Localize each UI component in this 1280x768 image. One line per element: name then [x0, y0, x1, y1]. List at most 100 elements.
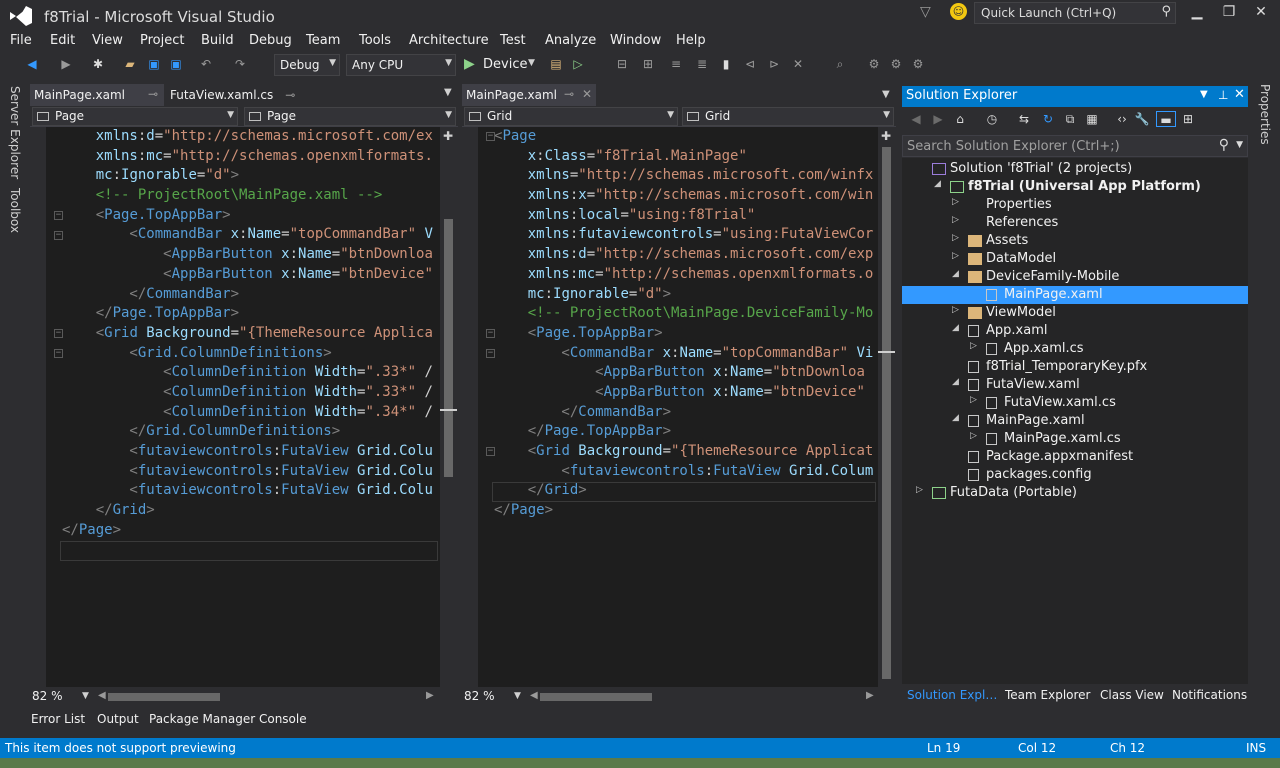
left-code-editor[interactable]: xmlns:d="http://schemas.microsoft.com/ex…	[30, 127, 440, 687]
tree-node[interactable]: MainPage.xaml	[902, 286, 1248, 304]
scroll-thumb[interactable]	[444, 219, 453, 477]
menu-test[interactable]: Test	[500, 33, 526, 48]
horizontal-scroll-thumb[interactable]	[540, 693, 652, 701]
code-line[interactable]: x:Class="f8Trial.MainPage"	[494, 147, 878, 167]
tab-error-list[interactable]: Error List	[31, 712, 85, 726]
sync-icon[interactable]: ⇆	[1016, 111, 1032, 127]
collapse-arrow-icon[interactable]: ◢	[952, 269, 959, 279]
back-icon[interactable]: ◀	[24, 56, 40, 72]
code-line[interactable]: </Page.TopAppBar>	[494, 422, 878, 442]
menu-architecture[interactable]: Architecture	[409, 33, 489, 48]
expand-arrow-icon[interactable]: ▷	[970, 431, 977, 441]
collapse-arrow-icon[interactable]: ◢	[952, 323, 959, 333]
solution-configuration-select[interactable]: Debug ▼	[274, 54, 340, 76]
fold-toggle-icon[interactable]: −	[54, 230, 63, 240]
pending-changes-icon[interactable]: ◷	[984, 111, 1000, 127]
horizontal-scroll-thumb[interactable]	[108, 693, 220, 701]
code-line[interactable]: </Grid.ColumnDefinitions>	[62, 422, 440, 442]
right-vertical-scrollbar[interactable]: ✚	[878, 127, 895, 687]
menu-analyze[interactable]: Analyze	[545, 33, 596, 48]
align-icon[interactable]: ⊟	[614, 56, 630, 72]
menu-tools[interactable]: Tools	[359, 33, 391, 48]
code-line[interactable]: xmlns="http://schemas.microsoft.com/winf…	[494, 166, 878, 186]
toolbox-tab[interactable]: Toolbox	[8, 188, 22, 233]
expand-arrow-icon[interactable]: ▷	[970, 341, 977, 351]
fold-toggle-icon[interactable]: −	[54, 329, 63, 338]
code-line[interactable]: <AppBarButton x:Name="btnDevice"	[494, 383, 878, 403]
tree-node[interactable]: ◢ MainPage.xaml	[902, 412, 1248, 430]
expand-arrow-icon[interactable]: ▷	[916, 485, 923, 495]
undo-icon[interactable]: ↶	[198, 56, 214, 72]
code-line[interactable]: xmlns:d="http://schemas.microsoft.com/ex	[62, 127, 440, 147]
save-icon[interactable]: ▣	[146, 56, 162, 72]
fold-toggle-icon[interactable]: −	[54, 210, 63, 220]
maximize-button[interactable]: ❐	[1218, 4, 1240, 22]
zoom-dropdown-icon[interactable]: ▼	[514, 691, 521, 701]
home-icon[interactable]: ⌂	[952, 111, 968, 127]
menu-file[interactable]: File	[10, 33, 32, 48]
properties-icon[interactable]: 🔧	[1134, 111, 1150, 127]
zoom-level[interactable]: 82 %	[32, 689, 63, 703]
tab-mainpage-xaml[interactable]: MainPage.xaml ⊸ ✕	[462, 84, 596, 106]
menu-edit[interactable]: Edit	[50, 33, 75, 48]
prev-bookmark-icon[interactable]: ⊲	[742, 56, 758, 72]
start-without-debugging-icon[interactable]: ▷	[570, 56, 586, 72]
tree-node[interactable]: ◢ App.xaml	[902, 322, 1248, 340]
quick-launch-input[interactable]: Quick Launch (Ctrl+Q) ⚲	[974, 2, 1176, 24]
right-member-dropdown[interactable]: Grid ▼	[682, 107, 894, 126]
server-explorer-tab[interactable]: Server Explorer	[8, 86, 22, 179]
tab-mainpage-xaml[interactable]: MainPage.xaml ⊸	[30, 84, 164, 106]
tab-overflow-icon[interactable]: ▼	[444, 87, 452, 98]
tree-node[interactable]: f8Trial_TemporaryKey.pfx	[902, 358, 1248, 376]
tree-node[interactable]: ▷ FutaView.xaml.cs	[902, 394, 1248, 412]
fold-toggle-icon[interactable]: −	[486, 329, 495, 338]
code-line[interactable]: <AppBarButton x:Name="btnDevice"	[62, 265, 440, 285]
search-options-icon[interactable]: ▼	[1236, 140, 1243, 150]
code-line[interactable]: <AppBarButton x:Name="btnDownloa	[494, 363, 878, 383]
code-line[interactable]: </Grid>	[62, 501, 440, 521]
refresh-icon[interactable]: ↻	[1040, 111, 1056, 127]
fold-toggle-icon[interactable]: −	[486, 132, 495, 141]
next-bookmark-icon[interactable]: ⊳	[766, 56, 782, 72]
run-icon[interactable]: ▶	[464, 56, 475, 72]
tab-solution-explorer[interactable]: Solution Expl…	[907, 688, 997, 702]
expand-arrow-icon[interactable]: ▷	[952, 215, 959, 225]
forward-icon[interactable]: ▶	[58, 56, 74, 72]
collapse-arrow-icon[interactable]: ◢	[952, 413, 959, 423]
left-member-dropdown[interactable]: Page ▼	[244, 107, 456, 126]
window-position-icon[interactable]: ▼	[1200, 89, 1208, 100]
code-line[interactable]: <futaviewcontrols:FutaView Grid.Colu	[62, 442, 440, 462]
menu-debug[interactable]: Debug	[249, 33, 292, 48]
scroll-left-icon[interactable]: ◀	[530, 690, 538, 701]
tree-node[interactable]: ▷ FutaData (Portable)	[902, 484, 1248, 502]
tree-node[interactable]: ◢ DeviceFamily-Mobile	[902, 268, 1248, 286]
expand-arrow-icon[interactable]: ▷	[952, 251, 959, 261]
menu-build[interactable]: Build	[201, 33, 234, 48]
tree-node[interactable]: packages.config	[902, 466, 1248, 484]
run-target-button[interactable]: Device	[483, 57, 527, 72]
code-line[interactable]: <Page	[494, 127, 878, 147]
bookmark-icon[interactable]: ▮	[718, 56, 734, 72]
tool-icon[interactable]: ⚙	[866, 56, 882, 72]
expand-arrow-icon[interactable]: ▷	[970, 395, 977, 405]
code-line[interactable]: xmlns:x="http://schemas.microsoft.com/wi…	[494, 186, 878, 206]
tree-node[interactable]: ▷ ViewModel	[902, 304, 1248, 322]
tree-node[interactable]: ▷ References	[902, 214, 1248, 232]
code-line[interactable]: </CommandBar>	[494, 403, 878, 423]
code-line[interactable]: <Grid Background="{ThemeResource Applica	[62, 324, 440, 344]
pin-icon[interactable]: ⊸	[148, 87, 158, 101]
menu-window[interactable]: Window	[610, 33, 661, 48]
code-line[interactable]: <futaviewcontrols:FutaView Grid.Colu	[62, 481, 440, 501]
scroll-right-icon[interactable]: ▶	[426, 690, 434, 701]
right-code-editor[interactable]: <Page x:Class="f8Trial.MainPage" xmlns="…	[462, 127, 878, 687]
collapse-arrow-icon[interactable]: ◢	[952, 377, 959, 387]
collapse-all-icon[interactable]: ⧉	[1062, 111, 1078, 127]
split-icon[interactable]: ✚	[881, 129, 891, 143]
open-file-icon[interactable]: ▰	[122, 56, 138, 72]
code-line[interactable]: <ColumnDefinition Width=".33*" /	[62, 383, 440, 403]
code-line[interactable]: <CommandBar x:Name="topCommandBar" Vi	[494, 344, 878, 364]
fold-toggle-icon[interactable]: −	[486, 348, 495, 358]
close-tab-icon[interactable]: ✕	[582, 87, 592, 101]
clear-bookmarks-icon[interactable]: ✕	[790, 56, 806, 72]
code-line[interactable]: </CommandBar>	[62, 285, 440, 305]
